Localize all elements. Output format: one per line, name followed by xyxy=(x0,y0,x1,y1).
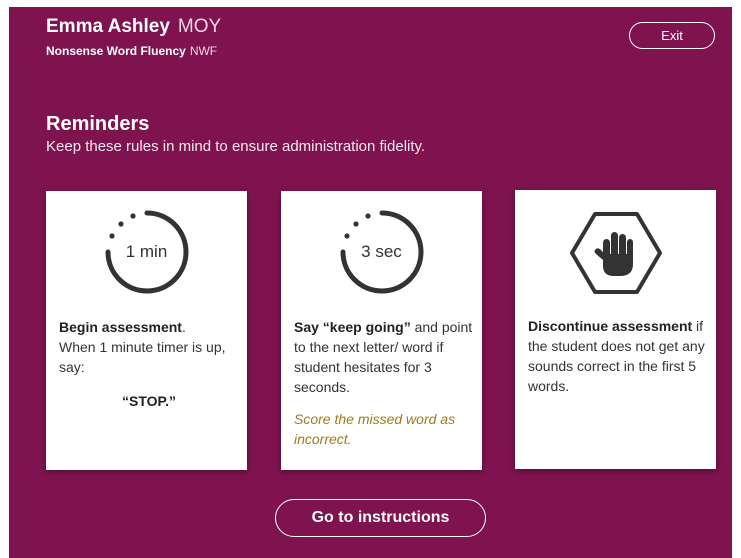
card-bold-text: Begin assessment xyxy=(59,319,182,335)
exit-button[interactable]: Exit xyxy=(629,22,715,49)
stop-hand-icon xyxy=(568,210,664,296)
stop-quote: “STOP.” xyxy=(122,393,176,409)
assessment-period: MOY xyxy=(177,16,222,37)
card-bold-text: Say “keep going” xyxy=(294,319,411,335)
card-text: Discontinue assessment if the student do… xyxy=(528,316,708,396)
reminder-card-timer: 1 min Begin assessment. When 1 minute ti… xyxy=(46,191,247,470)
assessment-abbr: NWF xyxy=(189,44,218,58)
reminder-card-discontinue: Discontinue assessment if the student do… xyxy=(515,190,716,469)
card-bold-text: Discontinue assessment xyxy=(528,318,693,334)
card-note: Score the missed word as incorrect. xyxy=(294,411,456,447)
card-text: Begin assessment. When 1 minute timer is… xyxy=(59,317,239,411)
timer-icon: 3 sec xyxy=(337,207,427,297)
reminders-title: Reminders xyxy=(46,113,150,135)
card-bold-suffix: . xyxy=(181,319,186,335)
student-name: Emma Ashley xyxy=(46,16,170,37)
card-text: Say “keep going” and point to the next l… xyxy=(294,317,474,449)
student-header: Emma Ashley MOY xyxy=(46,16,221,38)
assessment-header: Nonsense Word Fluency NWF xyxy=(46,44,217,58)
reminder-card-hesitation: 3 sec Say “keep going” and point to the … xyxy=(281,191,482,470)
app-frame: Emma Ashley MOY Nonsense Word Fluency NWF … xyxy=(9,7,732,558)
go-to-instructions-button[interactable]: Go to instructions xyxy=(275,499,486,537)
timer-label: 3 sec xyxy=(361,242,402,261)
timer-icon: 1 min xyxy=(102,207,192,297)
card-body: When 1 minute timer is up, say: xyxy=(59,339,226,375)
assessment-name: Nonsense Word Fluency xyxy=(46,44,186,58)
reminders-subtitle: Keep these rules in mind to ensure admin… xyxy=(46,138,426,155)
timer-label: 1 min xyxy=(125,242,168,261)
